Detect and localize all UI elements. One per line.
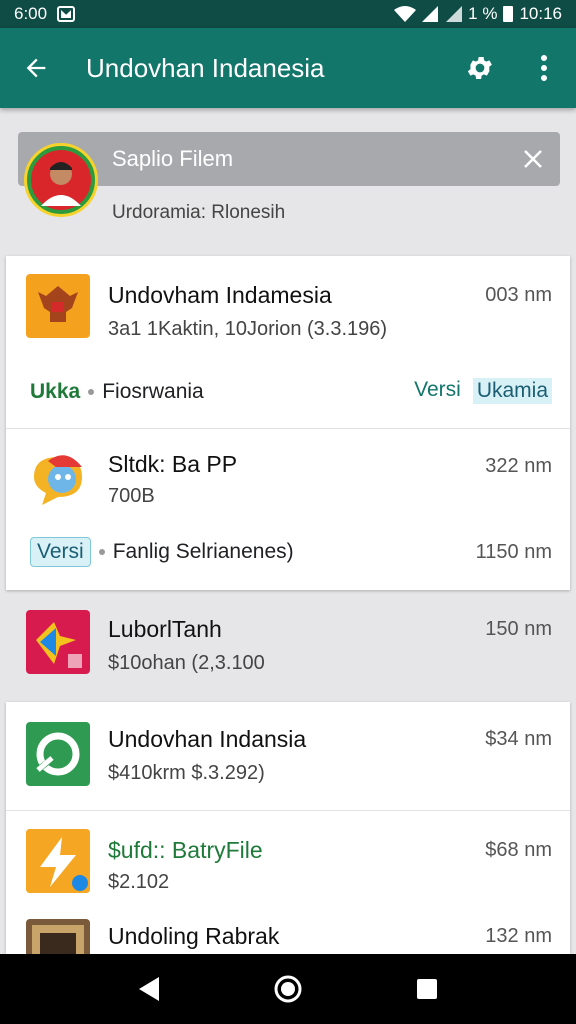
list-item[interactable]: Sltdk: Ba PP 700B 322 nm Versi Fanlig Se… <box>6 429 570 590</box>
banner-title: Saplio Filem <box>112 146 234 171</box>
meta-row: Ukka Fiosrwania <box>30 380 204 404</box>
app-name: Undoling Rabrak <box>108 923 280 949</box>
gear-icon <box>467 57 492 79</box>
status-time: 6:00 <box>14 4 48 23</box>
app-detail: $2.102 <box>108 871 170 893</box>
page-title: Undovhan Indanesia <box>86 52 325 83</box>
app-size: 132 nm <box>485 925 552 947</box>
app-name: Sltdk: Ba PP <box>108 451 238 477</box>
settings-button[interactable] <box>448 28 512 108</box>
signal-icon <box>422 6 439 22</box>
nav-back-button[interactable] <box>119 959 179 1019</box>
status-bar: 6:00 1 % 10:16 <box>0 0 576 28</box>
app-detail: $10ohan (2,3.100 <box>108 652 265 674</box>
app-name: $ufd:: BatryFile <box>108 837 263 863</box>
navigation-bar <box>0 954 576 1024</box>
square-recents-icon <box>416 979 437 999</box>
app-detail: 700B <box>108 485 155 507</box>
portrait-app-icon <box>26 919 90 954</box>
app-list-card: Undovhan Indansia $410krm $.3.292) $34 n… <box>6 702 570 954</box>
more-vert-icon <box>541 55 547 81</box>
separator-dot <box>88 389 95 395</box>
meta-row: Versi Fanlig Selrianenes) <box>30 537 294 567</box>
app-detail: $410krm $.3.292) <box>108 762 265 784</box>
list-item[interactable]: Undovham Indamesia 3a1 1Kaktin, 10Jorion… <box>6 256 570 428</box>
back-button[interactable] <box>0 28 72 108</box>
arrow-back-icon <box>26 58 46 78</box>
list-item[interactable]: Undovhan Indansia $410krm $.3.292) $34 n… <box>6 702 570 810</box>
app-size: 003 nm <box>485 284 552 306</box>
triangle-back-icon <box>139 977 160 1001</box>
version-chip[interactable]: Ukamia <box>472 378 552 404</box>
banner-subtitle: Urdoramia: Rlonesih <box>112 202 286 223</box>
app-list-card: Undovham Indamesia 3a1 1Kaktin, 10Jorion… <box>6 256 570 590</box>
app-bar: Undovhan Indanesia <box>0 28 576 108</box>
version-chip[interactable]: Versi <box>30 537 91 567</box>
app-size: 322 nm <box>485 455 552 477</box>
meta-tag: Ukka <box>30 380 81 403</box>
list-item[interactable]: $ufd:: BatryFile $2.102 $68 nm <box>6 811 570 911</box>
separator-dot <box>98 549 105 555</box>
app-name: Undovham Indamesia <box>108 282 332 308</box>
app-name: Undovhan Indansia <box>108 726 307 752</box>
version-group: Versi Ukamia <box>414 378 552 404</box>
home-circle-icon <box>274 975 302 1003</box>
meta-category: Fanlig Selrianenes) <box>112 540 294 563</box>
avatar <box>24 143 98 217</box>
version-label[interactable]: Versi <box>414 378 461 404</box>
list-item[interactable]: Undoling Rabrak 132 nm <box>6 911 570 954</box>
app-size: $34 nm <box>485 728 552 750</box>
nav-recents-button[interactable] <box>397 959 457 1019</box>
app-detail: 3a1 1Kaktin, 10Jorion (3.3.196) <box>108 318 388 340</box>
close-icon <box>524 150 542 168</box>
meta-category: Fiosrwania <box>102 380 204 403</box>
wifi-icon <box>394 6 417 22</box>
status-extra: 1 % <box>468 4 498 23</box>
app-size: 150 nm <box>485 618 552 640</box>
battery-icon <box>503 6 514 22</box>
battery-app-icon <box>26 829 90 893</box>
sync-app-icon <box>26 722 90 786</box>
app-size: $68 nm <box>485 839 552 861</box>
garuda-app-icon <box>26 274 90 338</box>
meta-size: 1150 nm <box>475 541 552 563</box>
puzzle-app-icon <box>26 610 90 674</box>
banner-close-button[interactable] <box>516 142 550 176</box>
signal-bars-icon <box>446 6 463 22</box>
nav-home-button[interactable] <box>258 959 318 1019</box>
overflow-menu-button[interactable] <box>512 28 576 108</box>
app-name: LuborlTanh <box>108 616 222 642</box>
list-item[interactable]: LuborlTanh $10ohan (2,3.100 150 nm <box>6 598 570 698</box>
notification-icon <box>57 6 76 22</box>
status-clock: 10:16 <box>519 4 562 23</box>
chat-bubble-app-icon <box>26 447 90 511</box>
info-banner: Saplio Filem <box>18 132 560 186</box>
